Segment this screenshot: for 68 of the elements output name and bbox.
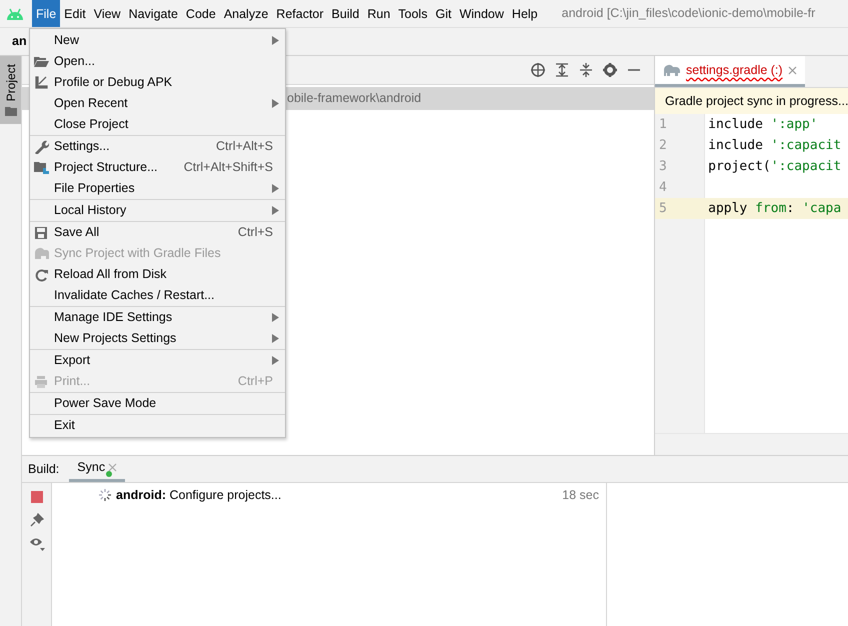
menu-item[interactable]: Git xyxy=(431,0,456,27)
menu-item[interactable]: Build xyxy=(328,0,364,27)
menu-item[interactable]: Help xyxy=(508,0,542,27)
tool-window-tab[interactable]: Project xyxy=(0,56,21,124)
menu-item[interactable]: Code xyxy=(182,0,220,27)
code-text: include ':capacit xyxy=(707,137,842,155)
menu-item[interactable]: Project Structure... Ctrl+Alt+Shift+S xyxy=(30,157,285,178)
menu-item[interactable]: File Properties xyxy=(30,178,285,199)
menu-item[interactable]: Power Save Mode xyxy=(30,393,285,414)
menu-item[interactable]: Reload All from Disk xyxy=(30,264,285,285)
editor-tab[interactable]: settings.gradle (:) xyxy=(655,56,805,87)
build-tab[interactable]: Sync xyxy=(69,456,126,482)
menu-item[interactable]: Settings... Ctrl+Alt+S xyxy=(30,136,285,157)
locate-icon[interactable] xyxy=(530,62,546,78)
arrow-corner-icon xyxy=(34,76,49,90)
collapse-all-icon[interactable] xyxy=(578,62,594,78)
shortcut-text: Ctrl+Alt+S xyxy=(216,138,274,156)
code-text: apply from: 'capa xyxy=(707,200,842,218)
open-folder-icon xyxy=(34,54,49,68)
menu-item[interactable]: Local History xyxy=(30,200,285,221)
shortcut-text: Ctrl+Alt+Shift+S xyxy=(184,159,274,176)
window-title: android [C:\jin_files\code\ionic-demo\mobile-fr xyxy=(562,5,816,22)
close-icon[interactable] xyxy=(788,66,797,74)
line-number: 1 xyxy=(658,116,668,134)
wrench-icon xyxy=(34,140,49,154)
menu-item[interactable]: Save All Ctrl+S xyxy=(30,222,285,243)
pin-icon[interactable] xyxy=(30,513,44,527)
menu-item[interactable]: Close Project xyxy=(30,114,285,135)
build-message: android: Configure projects... xyxy=(116,487,282,504)
menu-item[interactable]: New Projects Settings xyxy=(30,328,285,349)
stop-icon[interactable] xyxy=(30,491,42,503)
line-number: 5 xyxy=(658,200,668,218)
build-label: Build: xyxy=(28,460,60,478)
menu-item[interactable]: Open... xyxy=(30,51,285,72)
expand-all-icon[interactable] xyxy=(554,62,570,78)
menu-item[interactable]: Window xyxy=(455,0,508,27)
elephant-icon xyxy=(663,64,681,76)
menu-item[interactable]: Manage IDE Settings xyxy=(30,307,285,328)
eye-icon[interactable] xyxy=(28,537,44,551)
breadcrumb[interactable]: an xyxy=(12,32,27,51)
menu-item[interactable]: Analyze xyxy=(220,0,272,27)
menu-item[interactable]: File xyxy=(32,0,60,27)
menu-item[interactable]: View xyxy=(90,0,125,27)
menu-item[interactable]: Invalidate Caches / Restart... xyxy=(30,285,285,306)
menu-item[interactable]: New xyxy=(30,30,285,51)
elephant-refresh-icon xyxy=(34,246,49,260)
sync-notification: Gradle project sync in progress... xyxy=(655,88,848,114)
shortcut-text: Ctrl+S xyxy=(238,224,274,242)
shortcut-text: Ctrl+P xyxy=(238,373,274,390)
menu-item[interactable]: Tools xyxy=(394,0,432,27)
printer-icon xyxy=(34,374,49,388)
line-number: 4 xyxy=(658,179,668,197)
folder-grid-icon xyxy=(34,160,49,174)
menu-item[interactable]: Exit xyxy=(30,415,285,436)
line-number: 2 xyxy=(658,137,668,155)
elapsed-time: 18 sec xyxy=(562,487,600,504)
line-number: 3 xyxy=(658,158,668,176)
settings-icon[interactable] xyxy=(602,62,618,78)
menu-item[interactable]: Refactor xyxy=(272,0,328,27)
menu-item[interactable]: Edit xyxy=(60,0,90,27)
spinner-icon xyxy=(98,488,112,502)
folder-icon xyxy=(4,106,16,116)
code-text: project(':capacit xyxy=(707,158,842,176)
menu-item[interactable]: Navigate xyxy=(124,0,182,27)
refresh-icon xyxy=(34,268,49,282)
menu-item[interactable]: Export xyxy=(30,350,285,371)
code-text: include ':app' xyxy=(707,116,819,134)
menu-item[interactable]: Run xyxy=(363,0,394,27)
